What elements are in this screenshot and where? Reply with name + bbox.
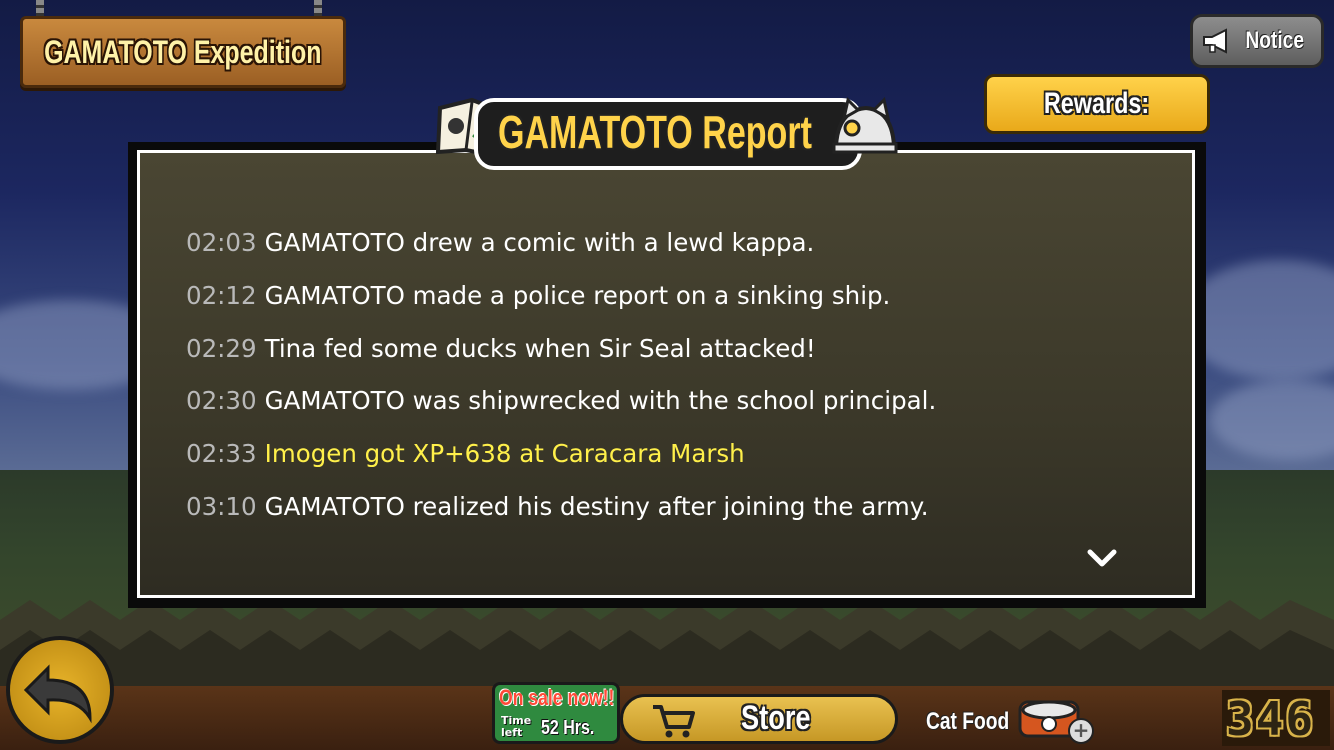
rewards-label: Rewards: xyxy=(1044,87,1150,120)
log-entry: 02:03 GAMATOTO drew a comic with a lewd k… xyxy=(186,224,936,277)
log-time: 03:10 xyxy=(186,491,257,521)
catfood-label: Cat Food xyxy=(926,708,1010,735)
helmet-icon xyxy=(832,97,898,154)
log-time: 02:12 xyxy=(186,280,257,310)
store-label: Store xyxy=(741,699,811,737)
back-arrow-icon xyxy=(23,664,92,724)
log-text: GAMATOTO was shipwrecked with the school… xyxy=(264,386,937,416)
log-text: GAMATOTO drew a comic with a lewd kappa. xyxy=(264,228,815,257)
log-entry: 02:12 GAMATOTO made a police report on a … xyxy=(186,277,936,330)
expedition-sign: GAMATOTO Expedition xyxy=(20,16,346,88)
expedition-title: GAMATOTO Expedition xyxy=(44,33,322,70)
log-entry: 03:10 GAMATOTO realized his destiny after… xyxy=(186,488,936,541)
log-time: 02:30 xyxy=(186,386,257,416)
back-button[interactable] xyxy=(6,636,114,744)
report-log: 02:03 GAMATOTO drew a comic with a lewd k… xyxy=(186,224,936,541)
catfood-count: 346 xyxy=(1226,692,1316,746)
log-time: 02:33 xyxy=(186,439,257,469)
sale-label: On sale now!! xyxy=(499,685,615,710)
notice-button[interactable]: Notice xyxy=(1190,14,1324,68)
log-entry: 02:29 Tina fed some ducks when Sir Seal a… xyxy=(186,330,936,383)
log-time: 02:03 xyxy=(186,228,257,257)
megaphone-icon xyxy=(1203,28,1228,54)
sale-badge[interactable]: On sale now!! Time left 52 Hrs. xyxy=(492,682,620,744)
log-time: 02:29 xyxy=(186,333,257,363)
sale-hours: 52 Hrs. xyxy=(541,717,595,739)
notice-label: Notice xyxy=(1245,27,1305,54)
store-button[interactable]: Store xyxy=(620,694,898,744)
add-catfood-button[interactable]: + xyxy=(1068,718,1094,744)
log-text: GAMATOTO realized his destiny after join… xyxy=(264,491,929,521)
catfood-count-display: 346 xyxy=(1222,690,1330,746)
chevron-down-icon[interactable] xyxy=(1086,546,1118,570)
log-entry-highlight: 02:33 Imogen got XP+638 at Caracara Marsh xyxy=(186,435,936,488)
log-text: Imogen got XP+638 at Caracara Marsh xyxy=(264,439,745,469)
log-text: Tina fed some ducks when Sir Seal attack… xyxy=(264,333,816,363)
grass-spikes xyxy=(0,600,1334,690)
log-entry: 02:30 GAMATOTO was shipwrecked with the s… xyxy=(186,382,936,435)
report-title-banner: GAMATOTO Report xyxy=(434,88,900,178)
report-title-text: GAMATOTO Report xyxy=(498,106,812,158)
cart-icon xyxy=(653,705,695,738)
rewards-button[interactable]: Rewards: xyxy=(984,74,1210,134)
log-text: GAMATOTO made a police report on a sinki… xyxy=(264,280,891,310)
sale-time-label: Time left xyxy=(501,714,532,739)
